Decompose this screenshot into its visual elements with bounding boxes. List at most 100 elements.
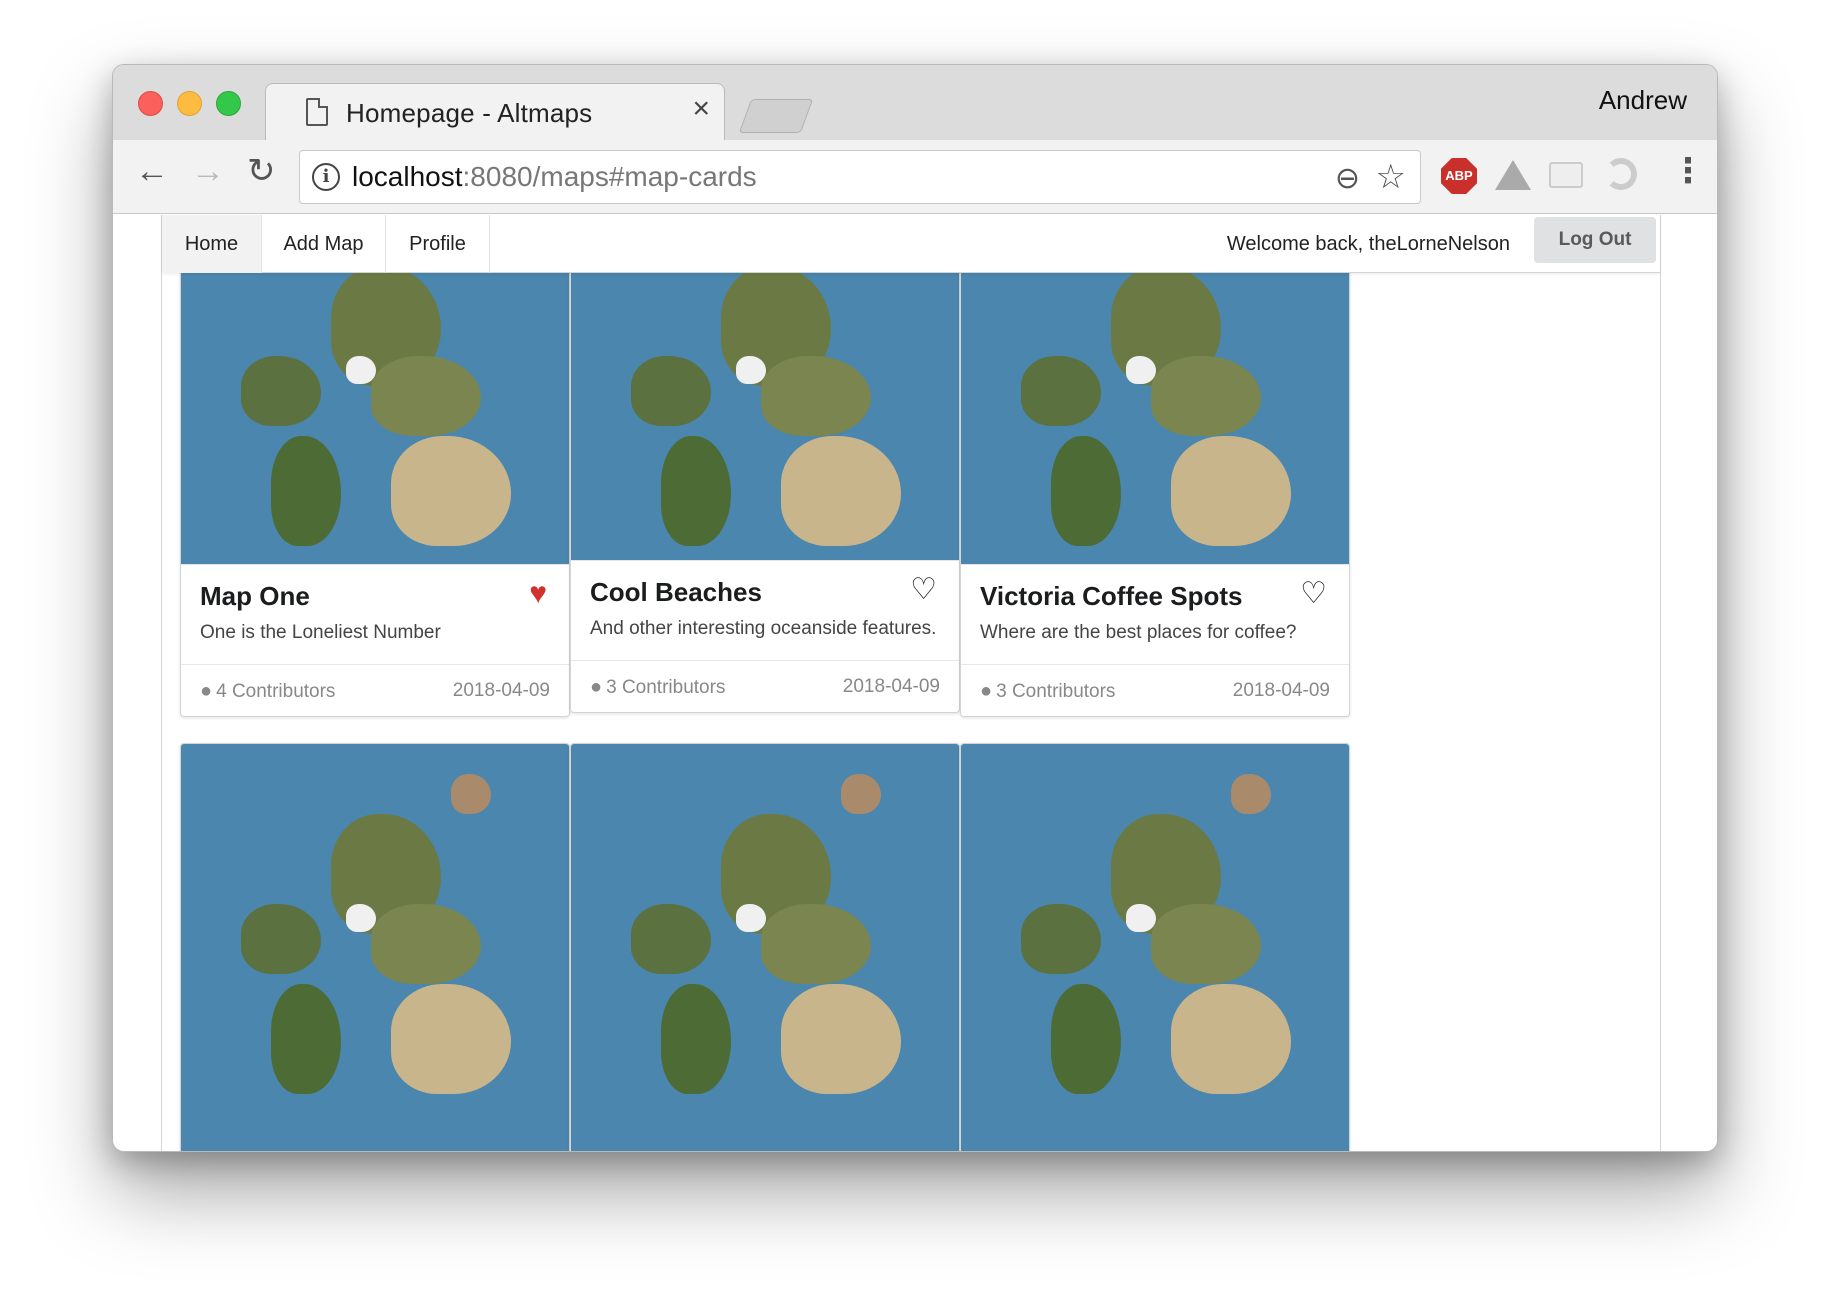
app-nav-menu: Home Add Map Profile Welcome back, theLo… [162, 215, 1660, 273]
card-footer: ● 3 Contributors 2018-04-09 [961, 664, 1349, 716]
card-description: One is the Loneliest Number [200, 622, 441, 643]
logout-button[interactable]: Log Out [1534, 217, 1656, 263]
map-landmass [271, 984, 341, 1094]
url-path: :8080/maps#map-cards [462, 161, 757, 192]
extension-card-icon[interactable] [1549, 162, 1583, 188]
map-landmass [1051, 436, 1121, 546]
map-landmass [761, 356, 871, 436]
tab-title: Homepage - Altmaps [346, 98, 593, 128]
map-landmass [1151, 904, 1261, 984]
map-card[interactable]: Map One One is the Loneliest Number ♥ ● 4… [180, 215, 570, 717]
adblock-icon[interactable]: ABP [1441, 158, 1477, 194]
close-window-button[interactable] [138, 91, 163, 116]
map-landmass [451, 774, 491, 814]
map-landmass [241, 904, 321, 974]
card-description: Where are the best places for coffee? [980, 622, 1297, 643]
heart-outline-icon[interactable]: ♡ [910, 575, 937, 605]
url-host: localhost [352, 161, 463, 192]
card-date: 2018-04-09 [1232, 680, 1330, 701]
map-landmass [1021, 904, 1101, 974]
map-landmass [371, 356, 481, 436]
card-content: Victoria Coffee Spots Where are the best… [961, 564, 1349, 666]
user-icon: ● [980, 680, 993, 702]
browser-tab-active[interactable]: Homepage - Altmaps × [265, 83, 725, 141]
map-landmass [781, 984, 901, 1094]
nav-item-add-map[interactable]: Add Map [262, 215, 386, 273]
map-landmass [736, 356, 766, 384]
tab-close-icon[interactable]: × [692, 94, 710, 124]
user-icon: ● [590, 676, 603, 698]
browser-toolbar: ← → ↻ i localhost:8080/maps#map-cards ⊖ … [113, 140, 1717, 214]
map-landmass [346, 904, 376, 932]
card-title[interactable]: Cool Beaches [590, 577, 940, 608]
title-bar: Homepage - Altmaps × Andrew [113, 65, 1717, 141]
contributors-count: 3 Contributors [606, 677, 726, 698]
bookmark-star-icon[interactable]: ☆ [1376, 157, 1406, 197]
map-landmass [346, 356, 376, 384]
map-landmass [631, 356, 711, 426]
map-card[interactable] [570, 743, 960, 1151]
map-landmass [736, 904, 766, 932]
map-landmass [391, 436, 511, 546]
user-icon: ● [200, 680, 213, 702]
heart-filled-icon[interactable]: ♥ [529, 579, 547, 609]
reload-icon[interactable]: ↻ [247, 154, 276, 188]
zoom-icon[interactable]: ⊖ [1335, 161, 1360, 196]
profile-name[interactable]: Andrew [1599, 85, 1687, 116]
browser-window: Homepage - Altmaps × Andrew ← → ↻ i loca… [112, 64, 1718, 1152]
new-tab-button[interactable] [738, 99, 814, 133]
map-landmass [1126, 356, 1156, 384]
map-landmass [781, 436, 901, 546]
map-landmass [1231, 774, 1271, 814]
map-landmass [631, 904, 711, 974]
map-card[interactable] [180, 743, 570, 1151]
map-landmass [661, 984, 731, 1094]
map-landmass [1126, 904, 1156, 932]
map-image[interactable] [961, 744, 1349, 1151]
map-card[interactable]: Victoria Coffee Spots Where are the best… [960, 215, 1350, 717]
contributors-count: 4 Contributors [216, 681, 336, 702]
page-viewport: Home Add Map Profile Welcome back, theLo… [113, 215, 1717, 1151]
main-container: Home Add Map Profile Welcome back, theLo… [161, 215, 1661, 1151]
card-footer: ● 3 Contributors 2018-04-09 [571, 660, 959, 712]
map-landmass [391, 984, 511, 1094]
map-landmass [1171, 436, 1291, 546]
card-footer: ● 4 Contributors 2018-04-09 [181, 664, 569, 716]
map-card[interactable]: Cool Beaches And other interesting ocean… [570, 215, 960, 713]
map-image[interactable] [181, 744, 569, 1151]
map-image[interactable] [571, 744, 959, 1151]
map-landmass [841, 774, 881, 814]
map-landmass [1171, 984, 1291, 1094]
map-landmass [371, 904, 481, 984]
card-title[interactable]: Map One [200, 581, 550, 612]
map-landmass [1051, 984, 1121, 1094]
contributors-count: 3 Contributors [996, 681, 1116, 702]
card-content: Cool Beaches And other interesting ocean… [571, 560, 959, 662]
address-bar[interactable]: i localhost:8080/maps#map-cards ⊖ ☆ [299, 150, 1421, 204]
card-date: 2018-04-09 [452, 680, 550, 701]
card-title[interactable]: Victoria Coffee Spots [980, 581, 1330, 612]
heart-outline-icon[interactable]: ♡ [1300, 579, 1327, 609]
drive-icon[interactable] [1495, 160, 1531, 190]
info-icon[interactable]: i [312, 163, 340, 191]
map-landmass [241, 356, 321, 426]
back-arrow-icon[interactable]: ← [135, 154, 169, 188]
welcome-message: Welcome back, theLorneNelson [1226, 233, 1510, 255]
map-landmass [661, 436, 731, 546]
nav-item-profile[interactable]: Profile [386, 215, 490, 273]
card-content: Map One One is the Loneliest Number ♥ [181, 564, 569, 666]
extension-swirl-icon[interactable] [1605, 158, 1637, 190]
nav-item-home[interactable]: Home [162, 215, 262, 273]
map-landmass [761, 904, 871, 984]
document-icon [306, 98, 328, 126]
kebab-menu-icon[interactable]: ⋮ [1671, 154, 1705, 188]
map-card[interactable] [960, 743, 1350, 1151]
url-text[interactable]: localhost:8080/maps#map-cards [352, 161, 757, 193]
forward-arrow-icon[interactable]: → [191, 154, 225, 188]
maximize-window-button[interactable] [216, 91, 241, 116]
card-description: And other interesting oceanside features… [590, 618, 937, 639]
map-landmass [1021, 356, 1101, 426]
card-date: 2018-04-09 [842, 676, 940, 697]
map-landmass [1151, 356, 1261, 436]
minimize-window-button[interactable] [177, 91, 202, 116]
